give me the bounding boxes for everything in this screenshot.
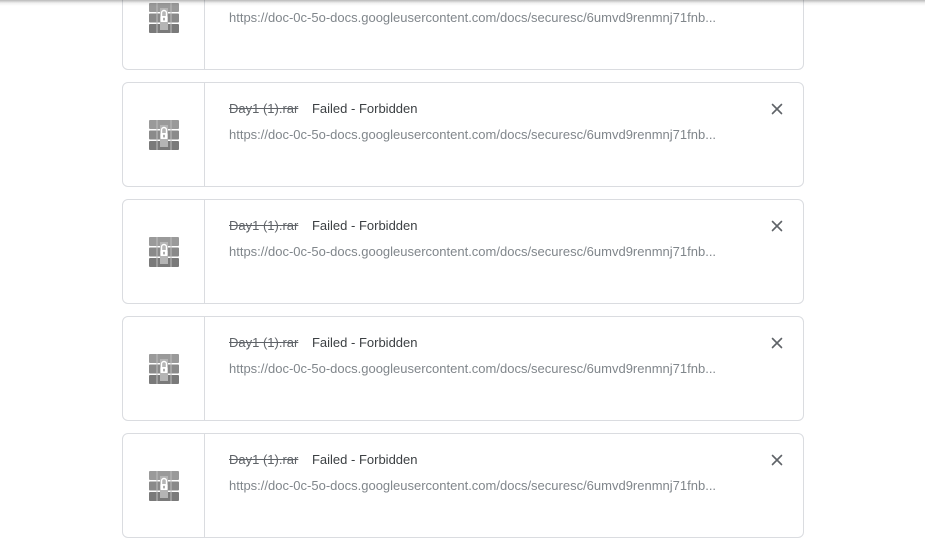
remove-download-button[interactable] (767, 99, 787, 119)
file-icon-column (123, 317, 205, 420)
rar-archive-icon (149, 237, 179, 267)
download-status: Failed - Forbidden (311, 452, 418, 467)
rar-archive-icon (149, 3, 179, 33)
download-url[interactable]: https://doc-0c-5o-docs.googleusercontent… (229, 244, 729, 260)
download-url[interactable]: https://doc-0c-5o-docs.googleusercontent… (229, 478, 729, 494)
download-filename: Day1 (1).rar (229, 218, 299, 233)
remove-download-button[interactable] (767, 450, 787, 470)
download-url[interactable]: https://doc-0c-5o-docs.googleusercontent… (229, 127, 729, 143)
download-title-row: Day1 (1).rar Failed - Forbidden (229, 218, 417, 234)
file-icon-column (123, 83, 205, 186)
download-item: https://doc-0c-5o-docs.googleusercontent… (122, 0, 804, 70)
download-title-row: Day1 (1).rar Failed - Forbidden (229, 335, 417, 351)
download-filename: Day1 (1).rar (229, 101, 299, 116)
download-title-row: Day1 (1).rar Failed - Forbidden (229, 101, 417, 117)
close-icon (771, 337, 783, 349)
file-icon-column (123, 434, 205, 537)
download-item: Day1 (1).rar Failed - Forbidden https://… (122, 199, 804, 304)
file-icon-column (123, 200, 205, 303)
remove-download-button[interactable] (767, 333, 787, 353)
download-status: Failed - Forbidden (311, 101, 418, 116)
download-url[interactable]: https://doc-0c-5o-docs.googleusercontent… (229, 361, 729, 377)
download-url[interactable]: https://doc-0c-5o-docs.googleusercontent… (229, 10, 729, 26)
download-title-row: Day1 (1).rar Failed - Forbidden (229, 452, 417, 468)
file-icon-column (123, 0, 205, 69)
close-icon (771, 454, 783, 466)
download-item: Day1 (1).rar Failed - Forbidden https://… (122, 433, 804, 538)
download-filename: Day1 (1).rar (229, 335, 299, 350)
download-list: https://doc-0c-5o-docs.googleusercontent… (122, 0, 804, 550)
download-filename: Day1 (1).rar (229, 452, 299, 467)
remove-download-button[interactable] (767, 216, 787, 236)
rar-archive-icon (149, 471, 179, 501)
download-status: Failed - Forbidden (311, 335, 418, 350)
close-icon (771, 220, 783, 232)
close-icon (771, 103, 783, 115)
download-item: Day1 (1).rar Failed - Forbidden https://… (122, 82, 804, 187)
download-item: Day1 (1).rar Failed - Forbidden https://… (122, 316, 804, 421)
downloads-page: https://doc-0c-5o-docs.googleusercontent… (0, 0, 925, 558)
rar-archive-icon (149, 120, 179, 150)
download-status: Failed - Forbidden (311, 218, 418, 233)
rar-archive-icon (149, 354, 179, 384)
toolbar-shadow (0, 0, 925, 6)
